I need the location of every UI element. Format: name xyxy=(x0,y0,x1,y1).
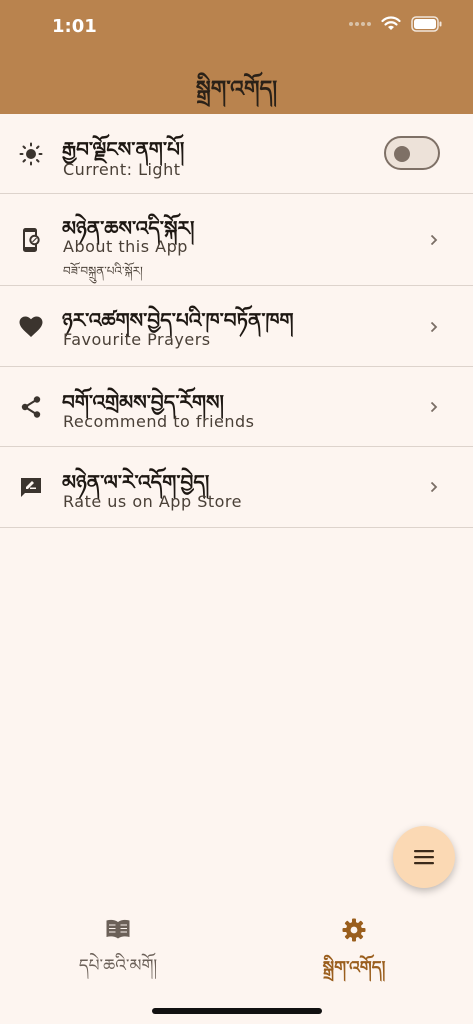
settings-row-share[interactable]: བགོ་འགྲེམས་བྱེད་རོགས། Recommend to frien… xyxy=(0,367,473,447)
book-icon xyxy=(106,919,130,939)
rate-review-icon xyxy=(18,475,44,501)
chevron-right-icon xyxy=(430,402,438,412)
battery-icon xyxy=(411,16,442,32)
heart-icon xyxy=(18,314,44,340)
menu-fab-button[interactable] xyxy=(393,826,455,888)
settings-row-rate[interactable]: མཉེན་ལ་རེ་འདོག་བྱེད། Rate us on App Stor… xyxy=(0,447,473,528)
nav-label-library: དཔེ་ཆའི་མགོ། xyxy=(78,956,158,976)
settings-list: རྒྱབ་ལྗོངས་ནག་པོ། Current: Light མཉེན་ཆས… xyxy=(0,114,473,528)
settings-row-subtitle: About this App xyxy=(63,237,188,256)
theme-toggle[interactable] xyxy=(384,136,440,170)
menu-icon xyxy=(414,850,434,865)
settings-row-subtitle: Rate us on App Store xyxy=(63,492,242,511)
gear-icon xyxy=(342,918,366,942)
toggle-knob xyxy=(394,146,410,162)
nav-item-library[interactable]: དཔེ་ཆའི་མགོ། xyxy=(38,918,198,994)
wifi-icon xyxy=(381,16,401,30)
settings-row-theme[interactable]: རྒྱབ་ལྗོངས་ནག་པོ། Current: Light xyxy=(0,114,473,194)
chevron-right-icon xyxy=(430,235,438,245)
nav-label-settings: སྒྲིག་འགོད། xyxy=(322,958,386,978)
settings-row-subtitle: Recommend to friends xyxy=(63,412,255,431)
settings-row-subtitle: Favourite Prayers xyxy=(63,330,211,349)
status-icons xyxy=(349,16,443,32)
brightness-icon xyxy=(18,141,44,167)
app-header: 1:01 སྒྲིག་འགོད། xyxy=(0,0,473,114)
bottom-navigation: དཔེ་ཆའི་མགོ། སྒྲིག་འགོད། xyxy=(0,900,473,1024)
status-time: 1:01 xyxy=(52,16,97,37)
settings-row-subtitle: Current: Light xyxy=(63,160,181,179)
chevron-right-icon xyxy=(430,482,438,492)
share-icon xyxy=(18,394,44,420)
settings-row-favourites[interactable]: ཉར་འཚགས་བྱེད་པའི་ཁ་བཏོན་ཁག Favourite Pra… xyxy=(0,286,473,367)
home-indicator xyxy=(152,1008,322,1014)
chevron-right-icon xyxy=(430,322,438,332)
settings-row-about[interactable]: མཉེན་ཆས་འདི་སྐོར། About this App བཟོ་བསྐ… xyxy=(0,194,473,286)
signal-dots-icon xyxy=(349,22,371,26)
nav-item-settings[interactable]: སྒྲིག་འགོད། xyxy=(274,918,434,996)
app-info-icon xyxy=(18,227,44,253)
